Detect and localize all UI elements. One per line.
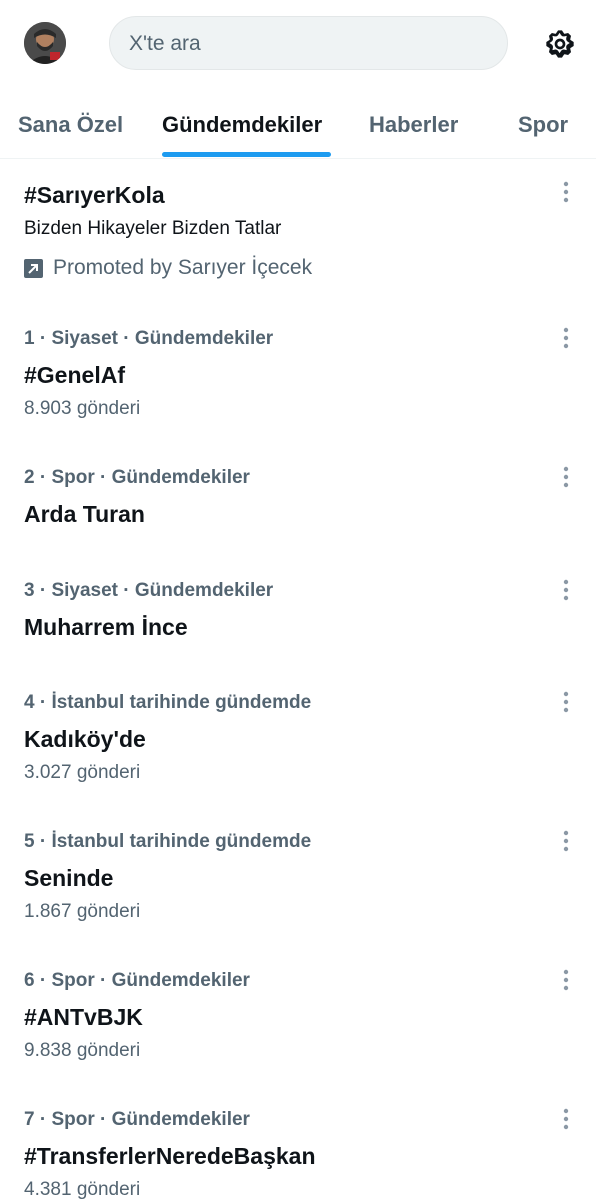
- more-options-icon[interactable]: [556, 324, 576, 352]
- trend-post-count: 9.838 gönderi: [24, 1040, 141, 1061]
- trend-post-count: 1.867 gönderi: [24, 901, 141, 922]
- more-options-icon[interactable]: [556, 1105, 576, 1133]
- promoted-trend[interactable]: #SarıyerKola Bizden Hikayeler Bizden Tat…: [0, 160, 596, 295]
- trend-title: #TransferlerNeredeBaşkan: [24, 1143, 316, 1169]
- trend-meta: 3 · Siyaset · Gündemdekiler: [24, 580, 274, 601]
- trend-item[interactable]: 3 · Siyaset · Gündemdekiler Muharrem İnc…: [0, 562, 596, 672]
- trend-meta: 4 · İstanbul tarihinde gündemde: [24, 692, 312, 713]
- tab-bar: Sana Özel Gündemdekiler Haberler Spor: [0, 90, 596, 159]
- trend-title: #GenelAf: [24, 362, 125, 388]
- promoted-label: Promoted by Sarıyer İçecek: [24, 256, 312, 280]
- more-options-icon[interactable]: [556, 463, 576, 491]
- trend-item[interactable]: 2 · Spor · Gündemdekiler Arda Turan: [0, 449, 596, 559]
- trend-title: Seninde: [24, 865, 114, 891]
- trend-item[interactable]: 7 · Spor · Gündemdekiler #TransferlerNer…: [0, 1091, 596, 1200]
- trend-post-count: 8.903 gönderi: [24, 398, 141, 419]
- more-options-icon[interactable]: [556, 688, 576, 716]
- trend-meta: 2 · Spor · Gündemdekiler: [24, 467, 250, 488]
- avatar[interactable]: [24, 22, 66, 64]
- top-bar: X'te ara: [0, 0, 596, 90]
- promoted-icon: [24, 258, 43, 278]
- more-options-icon[interactable]: [556, 576, 576, 604]
- trend-meta: 5 · İstanbul tarihinde gündemde: [24, 831, 312, 852]
- promoted-by-text: Promoted by Sarıyer İçecek: [53, 256, 313, 279]
- trend-meta: 1 · Siyaset · Gündemdekiler: [24, 328, 274, 349]
- trend-post-count: 3.027 gönderi: [24, 762, 141, 783]
- more-options-icon[interactable]: [556, 178, 576, 206]
- trend-title: #ANTvBJK: [24, 1004, 143, 1030]
- trend-title: Kadıköy'de: [24, 726, 146, 752]
- trend-item[interactable]: 5 · İstanbul tarihinde gündemde Seninde …: [0, 813, 596, 943]
- tab-trending[interactable]: Gündemdekiler: [162, 112, 322, 138]
- trend-title: Arda Turan: [24, 501, 145, 527]
- trend-meta: 6 · Spor · Gündemdekiler: [24, 970, 250, 991]
- more-options-icon[interactable]: [556, 966, 576, 994]
- more-options-icon[interactable]: [556, 827, 576, 855]
- tab-news[interactable]: Haberler: [369, 112, 458, 138]
- trend-post-count: 4.381 gönderi: [24, 1179, 141, 1200]
- active-tab-indicator: [162, 152, 331, 157]
- tab-for-you[interactable]: Sana Özel: [18, 112, 123, 138]
- search-input[interactable]: X'te ara: [109, 16, 508, 70]
- search-placeholder: X'te ara: [129, 32, 201, 55]
- trend-meta: 7 · Spor · Gündemdekiler: [24, 1109, 250, 1130]
- trend-description: Bizden Hikayeler Bizden Tatlar: [24, 218, 282, 239]
- trend-title: #SarıyerKola: [24, 182, 165, 208]
- trend-item[interactable]: 1 · Siyaset · Gündemdekiler #GenelAf 8.9…: [0, 310, 596, 440]
- trend-title: Muharrem İnce: [24, 614, 188, 640]
- trend-item[interactable]: 4 · İstanbul tarihinde gündemde Kadıköy'…: [0, 674, 596, 804]
- trend-item[interactable]: 6 · Spor · Gündemdekiler #ANTvBJK 9.838 …: [0, 952, 596, 1082]
- tab-sports[interactable]: Spor: [518, 112, 568, 138]
- gear-icon[interactable]: [540, 24, 580, 64]
